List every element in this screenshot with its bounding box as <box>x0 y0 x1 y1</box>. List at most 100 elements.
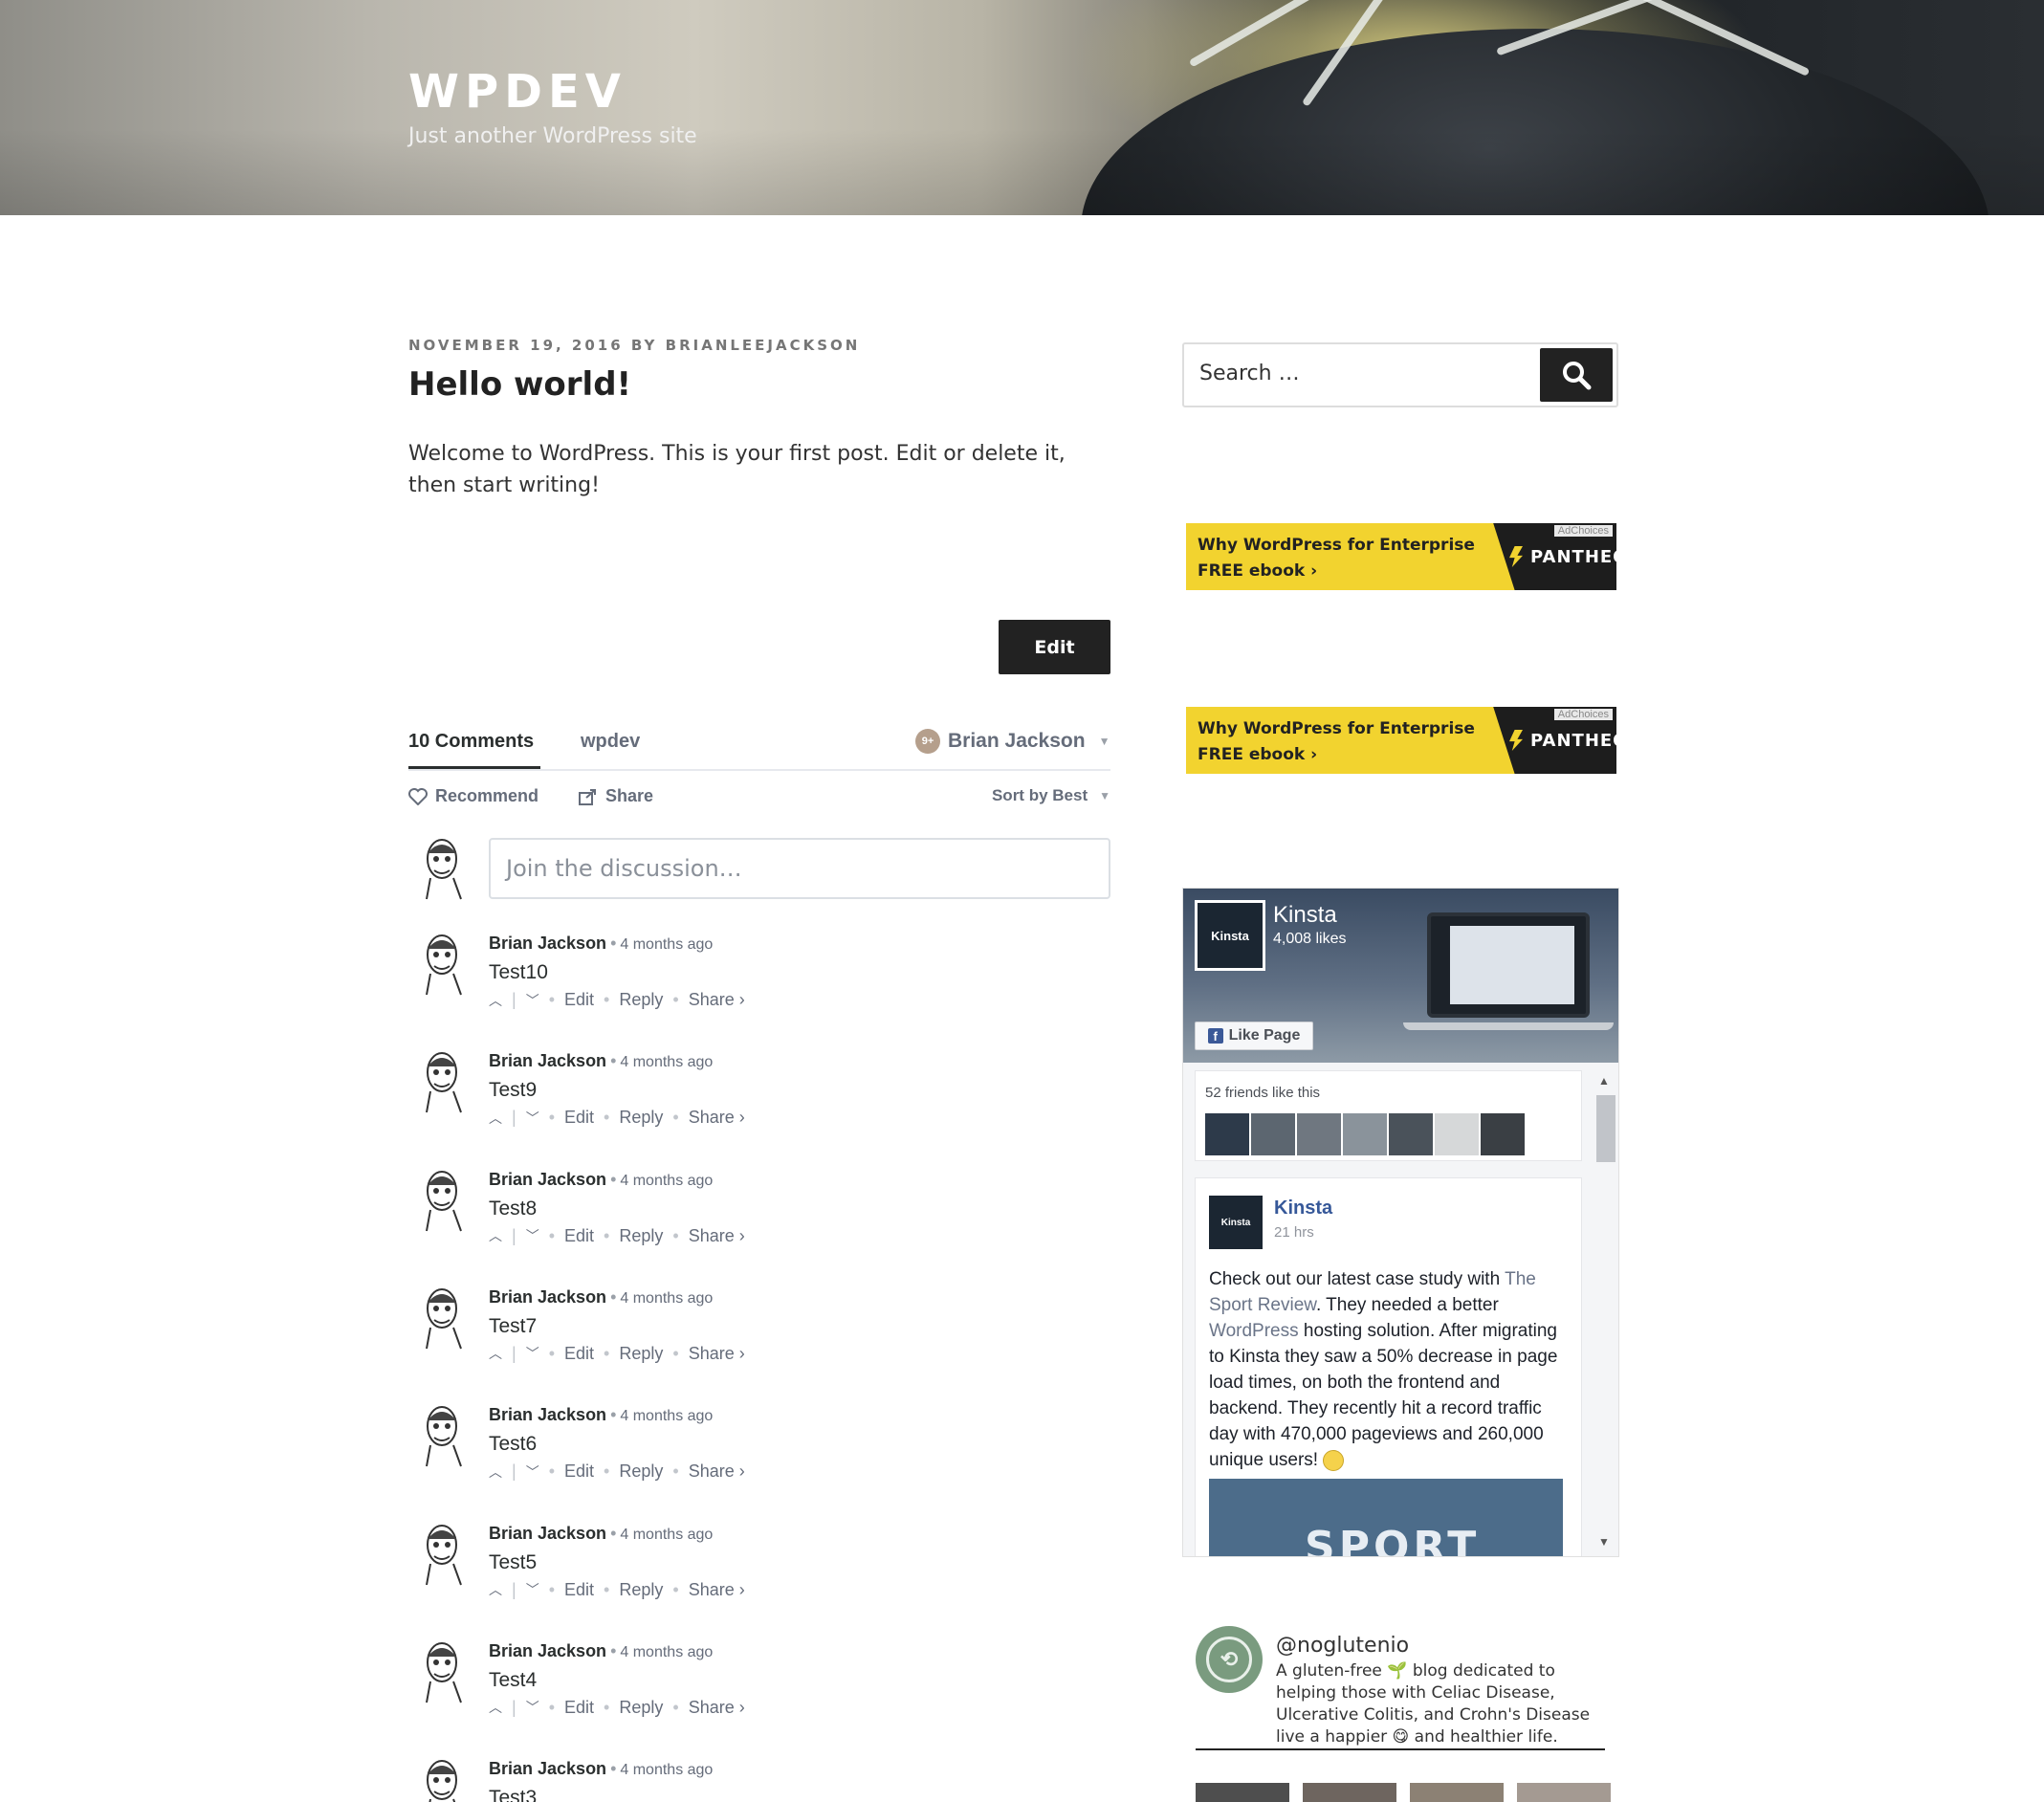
commenter-avatar[interactable] <box>417 1637 467 1704</box>
adchoices-link[interactable]: AdChoices <box>1553 709 1613 720</box>
instagram-photo[interactable] <box>1410 1783 1504 1802</box>
comment-author[interactable]: Brian Jackson <box>489 1524 606 1543</box>
comment-edit-link[interactable]: Edit <box>564 1344 594 1364</box>
comment-reply-link[interactable]: Reply <box>619 1344 663 1364</box>
adchoices-link[interactable]: AdChoices <box>1553 525 1613 537</box>
comment-time[interactable]: 4 months ago <box>620 1527 713 1543</box>
commenter-avatar[interactable] <box>417 1166 467 1233</box>
instagram-photo[interactable] <box>1517 1783 1611 1802</box>
friend-avatar[interactable] <box>1297 1113 1341 1155</box>
recommend-button[interactable]: Recommend <box>408 786 538 806</box>
commenter-avatar[interactable] <box>417 1755 467 1802</box>
upvote-icon[interactable]: ︿ <box>489 1344 502 1363</box>
fb-page-name[interactable]: Kinsta <box>1273 902 1337 929</box>
comment-time[interactable]: 4 months ago <box>620 1408 713 1424</box>
site-title[interactable]: WPDEV <box>408 65 626 119</box>
upvote-icon[interactable]: ︿ <box>489 1462 502 1482</box>
comment-author[interactable]: Brian Jackson <box>489 1405 606 1424</box>
post-author-link[interactable]: BRIANLEEJACKSON <box>666 337 861 354</box>
downvote-icon[interactable]: ﹀ <box>526 991 539 1010</box>
downvote-icon[interactable]: ﹀ <box>526 1344 539 1363</box>
pantheon-ad-1[interactable]: Why WordPress for Enterprise FREE ebook … <box>1186 523 1616 590</box>
comment-edit-link[interactable]: Edit <box>564 990 594 1010</box>
comment-time[interactable]: 4 months ago <box>620 1762 713 1778</box>
comment-share-link[interactable]: Share › <box>689 1461 745 1482</box>
comment-share-link[interactable]: Share › <box>689 990 745 1010</box>
commenter-avatar[interactable] <box>417 1520 467 1587</box>
fb-cover-image[interactable]: Kinsta Kinsta 4,008 likes f Like Page <box>1183 889 1618 1063</box>
comment-share-link[interactable]: Share › <box>689 1580 745 1600</box>
comment-reply-link[interactable]: Reply <box>619 1108 663 1128</box>
fb-scrollbar[interactable]: ▲ ▼ <box>1593 1070 1617 1556</box>
comment-reply-link[interactable]: Reply <box>619 1226 663 1246</box>
instagram-profile-avatar[interactable]: ⟲ <box>1196 1626 1263 1693</box>
commenter-avatar[interactable] <box>417 1401 467 1468</box>
friend-avatar[interactable] <box>1343 1113 1387 1155</box>
downvote-icon[interactable]: ﹀ <box>526 1698 539 1717</box>
friend-avatar[interactable] <box>1435 1113 1479 1155</box>
edit-post-button[interactable]: Edit <box>999 620 1110 674</box>
comment-edit-link[interactable]: Edit <box>564 1461 594 1482</box>
comment-edit-link[interactable]: Edit <box>564 1108 594 1128</box>
user-name[interactable]: Brian Jackson <box>948 730 1086 753</box>
comment-time[interactable]: 4 months ago <box>620 1173 713 1189</box>
comment-author[interactable]: Brian Jackson <box>489 1170 606 1189</box>
notification-badge[interactable]: 9+ <box>915 729 940 754</box>
pantheon-ad-2[interactable]: Why WordPress for Enterprise FREE ebook … <box>1186 707 1616 774</box>
instagram-photo[interactable] <box>1303 1783 1396 1802</box>
comment-reply-link[interactable]: Reply <box>619 1698 663 1718</box>
friend-avatar[interactable] <box>1205 1113 1249 1155</box>
downvote-icon[interactable]: ﹀ <box>526 1109 539 1128</box>
commenter-avatar[interactable] <box>417 930 467 997</box>
fb-post-author[interactable]: Kinsta <box>1274 1198 1332 1220</box>
comment-reply-link[interactable]: Reply <box>619 1580 663 1600</box>
fb-post-link[interactable]: WordPress <box>1209 1321 1299 1341</box>
fb-post-time[interactable]: 21 hrs <box>1274 1224 1314 1241</box>
comment-author[interactable]: Brian Jackson <box>489 1287 606 1307</box>
comment-time[interactable]: 4 months ago <box>620 1290 713 1307</box>
instagram-handle[interactable]: @noglutenio <box>1276 1634 1409 1658</box>
comment-author[interactable]: Brian Jackson <box>489 1051 606 1070</box>
friend-avatar[interactable] <box>1251 1113 1295 1155</box>
comment-time[interactable]: 4 months ago <box>620 1644 713 1660</box>
downvote-icon[interactable]: ﹀ <box>526 1462 539 1482</box>
comment-reply-link[interactable]: Reply <box>619 1461 663 1482</box>
fb-post-logo[interactable]: Kinsta <box>1209 1196 1263 1249</box>
share-thread-button[interactable]: Share <box>579 786 653 806</box>
comment-share-link[interactable]: Share › <box>689 1344 745 1364</box>
fb-post-image[interactable]: SPORT <box>1209 1479 1563 1556</box>
upvote-icon[interactable]: ︿ <box>489 1226 502 1245</box>
comment-edit-link[interactable]: Edit <box>564 1698 594 1718</box>
comment-time[interactable]: 4 months ago <box>620 1054 713 1070</box>
upvote-icon[interactable]: ︿ <box>489 991 502 1010</box>
comment-share-link[interactable]: Share › <box>689 1698 745 1718</box>
comment-author[interactable]: Brian Jackson <box>489 934 606 953</box>
upvote-icon[interactable]: ︿ <box>489 1109 502 1128</box>
instagram-photo[interactable] <box>1196 1783 1289 1802</box>
scroll-down-icon[interactable]: ▼ <box>1598 1535 1610 1549</box>
comment-compose-input[interactable]: Join the discussion… <box>489 838 1110 899</box>
downvote-icon[interactable]: ﹀ <box>526 1226 539 1245</box>
search-input[interactable]: Search … <box>1199 362 1300 385</box>
commenter-avatar[interactable] <box>417 1284 467 1351</box>
comment-author[interactable]: Brian Jackson <box>489 1641 606 1660</box>
upvote-icon[interactable]: ︿ <box>489 1698 502 1717</box>
comment-edit-link[interactable]: Edit <box>564 1580 594 1600</box>
comment-reply-link[interactable]: Reply <box>619 990 663 1010</box>
friend-avatar[interactable] <box>1389 1113 1433 1155</box>
search-button[interactable] <box>1540 348 1613 402</box>
post-date[interactable]: NOVEMBER 19, 2016 <box>408 337 624 354</box>
comment-share-link[interactable]: Share › <box>689 1226 745 1246</box>
sort-dropdown[interactable]: Sort by Best ▼ <box>992 786 1110 805</box>
comment-time[interactable]: 4 months ago <box>620 936 713 953</box>
comment-edit-link[interactable]: Edit <box>564 1226 594 1246</box>
tab-community[interactable]: wpdev <box>581 731 640 753</box>
comment-share-link[interactable]: Share › <box>689 1108 745 1128</box>
fb-page-logo[interactable]: Kinsta <box>1195 900 1265 971</box>
upvote-icon[interactable]: ︿ <box>489 1580 502 1599</box>
friend-avatar[interactable] <box>1481 1113 1525 1155</box>
downvote-icon[interactable]: ﹀ <box>526 1580 539 1599</box>
commenter-avatar[interactable] <box>417 1047 467 1114</box>
comment-author[interactable]: Brian Jackson <box>489 1759 606 1778</box>
scroll-up-icon[interactable]: ▲ <box>1598 1074 1610 1088</box>
